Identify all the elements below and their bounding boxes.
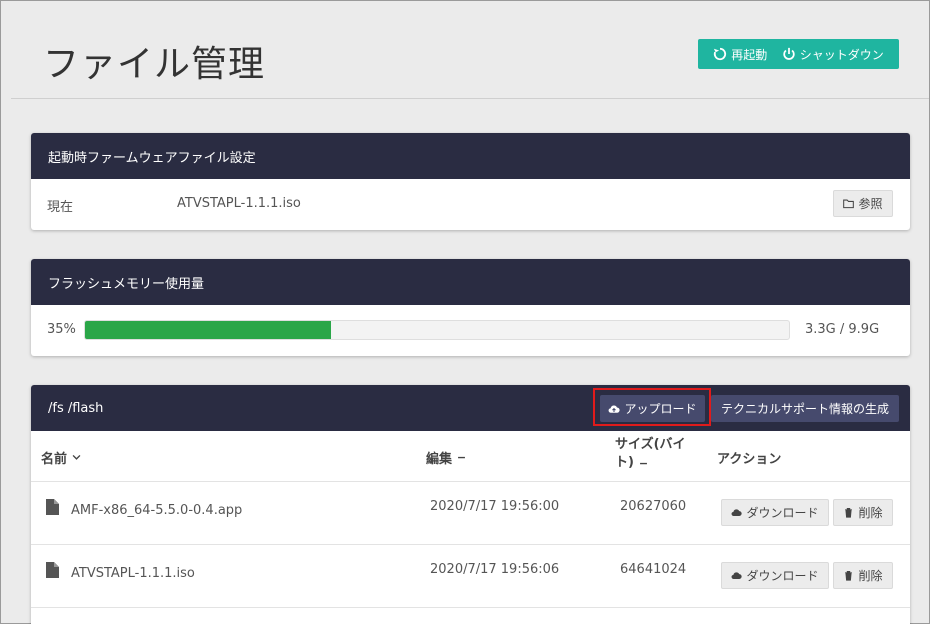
upload-button[interactable]: アップロード: [600, 395, 705, 422]
cloud-upload-icon: [609, 405, 621, 413]
trash-icon: [845, 508, 853, 518]
upload-label: アップロード: [624, 402, 697, 416]
column-edit[interactable]: 編集: [426, 448, 467, 467]
delete-label: 削除: [858, 506, 883, 520]
download-label: ダウンロード: [746, 506, 819, 520]
restart-button[interactable]: 再起動: [713, 46, 767, 63]
file-table-header: 名前 編集 サイズ(バイ ト) アクション: [31, 431, 910, 482]
browse-label: 参照: [858, 197, 883, 211]
file-size: 64641024: [620, 562, 687, 577]
title-divider: [11, 98, 929, 99]
file-name[interactable]: ATVSTAPL-1.1.1.iso: [71, 566, 195, 581]
file-date: 2020/7/17 19:56:00: [430, 499, 560, 514]
delete-button[interactable]: 削除: [833, 562, 893, 589]
boot-firmware-panel: 起動時ファームウェアファイル設定 現在 ATVSTAPL-1.1.1.iso 参…: [31, 133, 910, 230]
restart-icon: [714, 47, 727, 61]
file-name[interactable]: AMF-x86_64-5.5.0-0.4.app: [71, 503, 242, 518]
download-button[interactable]: ダウンロード: [721, 499, 829, 526]
download-button[interactable]: ダウンロード: [721, 562, 829, 589]
flash-usage-header: フラッシュメモリー使用量: [31, 259, 910, 305]
column-name-label: 名前: [41, 452, 68, 467]
current-firmware-value: ATVSTAPL-1.1.1.iso: [177, 196, 301, 211]
delete-label: 削除: [858, 569, 883, 583]
cloud-download-icon: [731, 572, 743, 579]
trash-icon: [845, 571, 853, 581]
column-size-label-line1: サイズ(バイ: [615, 437, 686, 452]
folder-icon: [843, 199, 855, 209]
file-date: 2020/7/17 19:56:06: [430, 562, 560, 577]
column-edit-label: 編集: [426, 452, 453, 467]
current-firmware-row: 現在 ATVSTAPL-1.1.1.iso 参照: [31, 179, 910, 230]
file-list-header: /fs /flash アップロード テクニカルサポート情報の生成: [31, 385, 910, 431]
column-size-label-line2: ト): [615, 455, 634, 470]
page-title: ファイル管理: [43, 44, 266, 85]
delete-button[interactable]: 削除: [833, 499, 893, 526]
restart-label: 再起動: [731, 47, 768, 62]
current-path: /fs /flash: [48, 400, 104, 416]
current-label: 現在: [47, 200, 74, 215]
file-icon: [46, 562, 59, 578]
system-actions: 再起動 シャットダウン: [698, 39, 899, 69]
download-label: ダウンロード: [746, 569, 819, 583]
usage-progress-fill: [85, 321, 332, 339]
flash-usage-row: 35% 3.3G / 9.9G: [31, 305, 910, 356]
shutdown-label: シャットダウン: [799, 47, 884, 62]
shutdown-button[interactable]: シャットダウン: [782, 46, 884, 63]
power-icon: [783, 47, 795, 60]
minus-icon: [640, 462, 647, 464]
column-name[interactable]: 名前: [41, 448, 82, 467]
usage-progress-bar: [84, 320, 790, 340]
generate-support-info-button[interactable]: テクニカルサポート情報の生成: [711, 395, 899, 422]
support-label: テクニカルサポート情報の生成: [720, 402, 889, 416]
table-row: AMF-x86_64-5.5.0-0.4.app 2020/7/17 19:56…: [31, 482, 910, 545]
file-list-panel: /fs /flash アップロード テクニカルサポート情報の生成 名前 編集 サ…: [31, 385, 910, 624]
flash-usage-panel: フラッシュメモリー使用量 35% 3.3G / 9.9G: [31, 259, 910, 356]
cloud-download-icon: [731, 509, 743, 516]
file-size: 20627060: [620, 499, 687, 514]
column-size[interactable]: サイズ(バイ ト): [615, 436, 686, 472]
column-action-label: アクション: [717, 452, 782, 467]
column-action: アクション: [717, 448, 781, 467]
minus-icon: [458, 456, 465, 459]
chevron-down-icon: [72, 454, 81, 460]
table-row: ATVSTAPL-1.1.1.iso 2020/7/17 19:56:06 64…: [31, 545, 910, 608]
file-icon: [46, 499, 59, 515]
boot-firmware-header: 起動時ファームウェアファイル設定: [31, 133, 910, 179]
usage-amount: 3.3G / 9.9G: [805, 322, 880, 337]
browse-button[interactable]: 参照: [833, 190, 893, 217]
usage-percent: 35%: [47, 322, 76, 337]
